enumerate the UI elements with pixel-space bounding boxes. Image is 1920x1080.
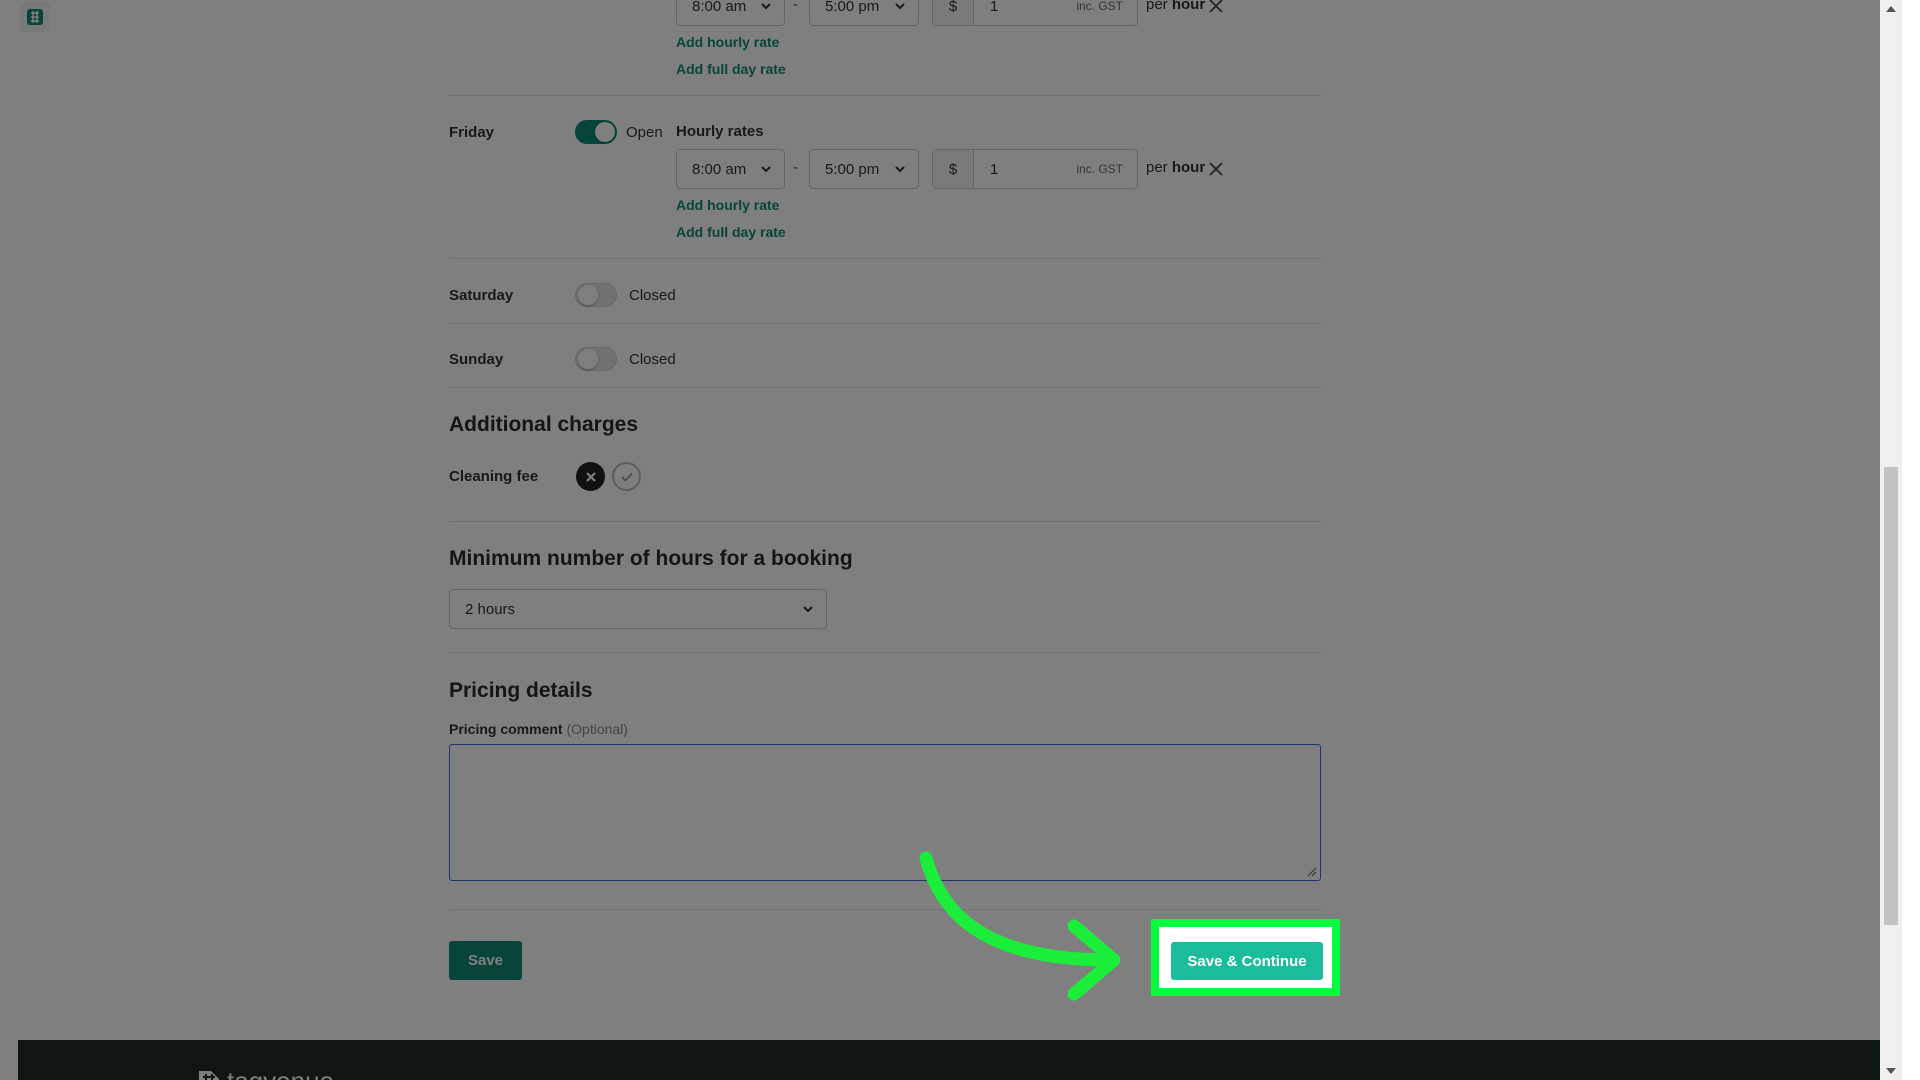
close-icon [585,471,596,482]
chevron-down-icon [895,166,905,173]
saturday-open-toggle[interactable] [575,283,617,307]
chevron-down-icon [895,3,905,10]
divider [449,652,1321,653]
save-button[interactable]: Save [449,941,522,980]
chevron-down-icon [761,166,771,173]
scroll-down-icon[interactable] [1886,1068,1896,1074]
end-time-select[interactable]: 5:00 pm [809,149,919,189]
divider [449,521,1321,522]
sunday-open-toggle[interactable] [575,347,617,371]
minimum-hours-heading: Minimum number of hours for a booking [449,547,853,570]
per-hour-label: per hour [1146,0,1206,13]
add-full-day-rate-link[interactable]: Add full day rate [676,61,786,77]
cleaning-fee-label: Cleaning fee [449,468,539,485]
highlight-frame: Save & Continue [1151,919,1340,996]
divider [449,323,1321,324]
hourly-rates-heading: Hourly rates [676,123,764,140]
site-footer: tagvenue [18,1040,1880,1080]
chevron-down-icon [803,606,813,613]
pricing-details-heading: Pricing details [449,679,593,702]
divider [449,909,1321,910]
check-icon [620,472,633,482]
additional-charges-heading: Additional charges [449,413,639,436]
start-time-select[interactable]: 8:00 am [676,0,785,26]
add-full-day-rate-link[interactable]: Add full day rate [676,224,786,240]
resize-grip-icon[interactable] [1307,867,1317,877]
day-label-sunday: Sunday [449,351,504,368]
app-logo-icon[interactable] [20,2,50,32]
currency-prefix: $ [933,0,974,25]
day-label-saturday: Saturday [449,287,514,304]
toggle-status-label: Closed [629,287,676,304]
hourly-price-input[interactable]: $ 1 inc. GST [932,0,1138,26]
end-time-select[interactable]: 5:00 pm [809,0,919,26]
start-time-select[interactable]: 8:00 am [676,149,785,189]
toggle-status-label: Closed [629,351,676,368]
hourly-price-input[interactable]: $ 1 inc. GST [932,149,1138,189]
pointer-arrow-icon [919,851,1121,1001]
scroll-up-icon[interactable] [1886,6,1896,12]
minimum-hours-select[interactable]: 2 hours [449,589,827,629]
divider [449,258,1321,259]
divider [449,387,1321,388]
cleaning-fee-yes-button[interactable] [612,462,641,491]
pricing-comment-textarea[interactable] [449,744,1321,881]
chevron-down-icon [761,3,771,10]
time-separator: - [793,159,798,176]
vertical-scrollbar[interactable] [1880,0,1902,1080]
tagvenue-logo-icon [199,1070,219,1080]
divider [449,95,1321,96]
cleaning-fee-no-button[interactable] [576,462,605,491]
currency-prefix: $ [933,150,974,188]
per-hour-label: per hour [1146,159,1206,176]
save-and-continue-button[interactable]: Save & Continue [1171,942,1323,980]
time-separator: - [793,0,798,13]
pricing-comment-label: Pricing comment (Optional) [449,721,628,737]
toggle-status-label: Open [626,124,663,141]
add-hourly-rate-link[interactable]: Add hourly rate [676,197,779,213]
scrollbar-thumb[interactable] [1884,467,1898,925]
close-icon[interactable] [1207,160,1225,178]
close-icon[interactable] [1207,0,1225,15]
friday-open-toggle[interactable] [575,120,617,144]
footer-logo[interactable]: tagvenue [193,1066,334,1080]
add-hourly-rate-link[interactable]: Add hourly rate [676,34,779,50]
day-label-friday: Friday [449,124,495,141]
